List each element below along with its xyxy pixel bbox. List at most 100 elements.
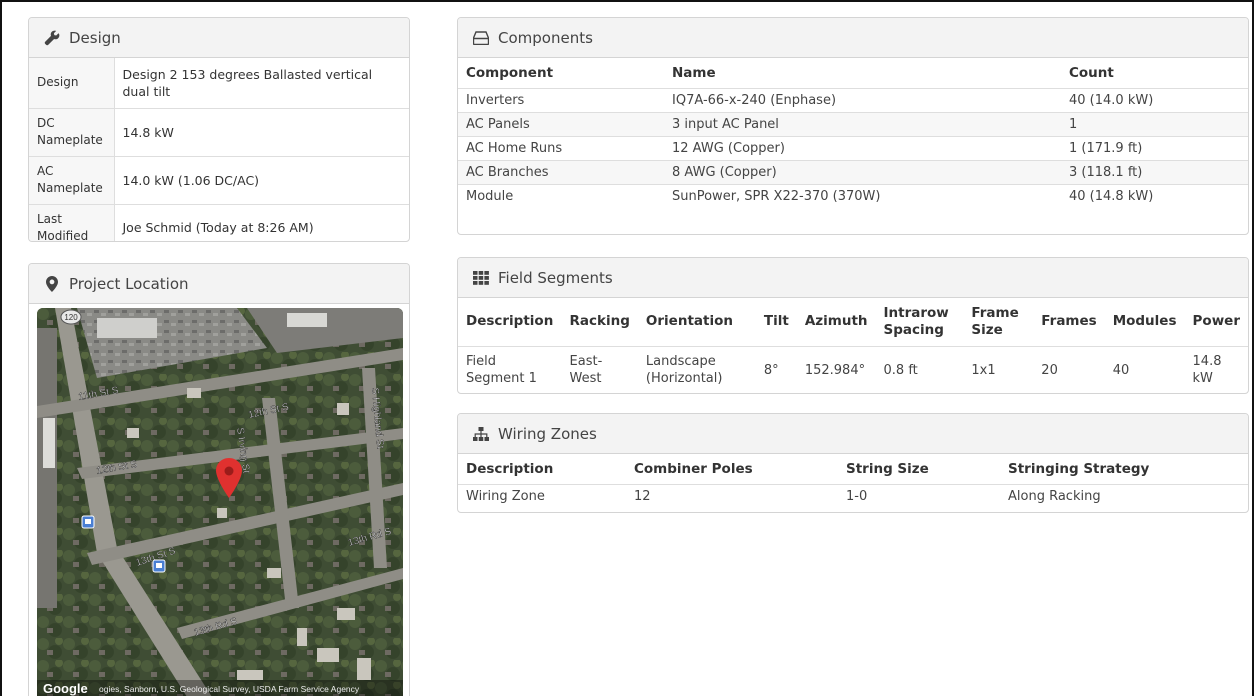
design-key: Design [29,58,115,108]
modules-cell: 40 [1104,345,1185,393]
component-cell: Module [458,183,664,208]
frame-size-cell: 1x1 [963,345,1034,393]
components-table: Component Name Count Inverters IQ7A-66-x… [458,58,1248,208]
sitemap-icon [472,425,490,443]
map-imagery: 11th St S 12th St S 12th St S S Irving S… [37,308,403,696]
frames-cell: 20 [1033,345,1105,393]
component-cell: AC Branches [458,159,664,184]
column-header: Component [466,64,554,81]
column-header: Frame Size [971,304,1019,338]
design-value: Design 2 153 degrees Ballasted vertical … [122,66,373,99]
satellite-map[interactable]: 11th St S 12th St S 12th St S S Irving S… [37,308,403,696]
wiring-zones-panel: Wiring Zones Description Combiner Poles … [457,413,1249,513]
components-panel-title: Components [498,28,593,47]
components-panel: Components Component Name Count Inverter… [457,17,1249,235]
table-row: AC Panels 3 input AC Panel 1 [458,111,1248,136]
name-cell: IQ7A-66-x-240 (Enphase) [664,87,1061,112]
string-size-cell: 1-0 [838,483,1000,508]
description-cell: Field Segment 1 [458,345,562,393]
design-table: Design Design 2 153 degrees Ballasted ve… [29,58,409,241]
table-row: AC Nameplate 14.0 kW (1.06 DC/AC) [29,155,409,204]
combiner-poles-cell: 12 [626,483,838,508]
table-row: AC Branches 8 AWG (Copper) 3 (118.1 ft) [458,159,1248,184]
last-modified-key: Last Modified [29,203,115,241]
segments-panel-title: Field Segments [498,268,613,287]
table-header-row: Component Name Count [458,58,1248,88]
name-cell: 3 input AC Panel [664,111,1061,136]
column-header: String Size [846,460,929,477]
wrench-icon [43,29,61,47]
component-cell: Inverters [458,87,664,112]
column-header: Tilt [763,313,789,330]
column-header: Name [672,64,716,81]
design-panel-title: Design [69,28,121,47]
location-panel-title: Project Location [69,274,189,293]
count-cell: 1 [1061,111,1248,136]
wiring-panel-header: Wiring Zones [458,414,1248,454]
name-cell: SunPower, SPR X22-370 (370W) [664,183,1061,208]
map-marker-icon [43,275,61,293]
ac-nameplate-key: AC Nameplate [29,155,115,204]
drive-icon [472,29,490,47]
grid-icon [472,269,490,287]
column-header: Combiner Poles [634,460,753,477]
map-attribution: ogies, Sanborn, U.S. Geological Survey, … [99,684,360,694]
segments-panel-header: Field Segments [458,258,1248,298]
dc-nameplate-key: DC Nameplate [29,107,115,156]
description-cell: Wiring Zone [458,483,626,508]
ac-nameplate-value: 14.0 kW (1.06 DC/AC) [114,155,409,204]
wiring-zones-table: Description Combiner Poles String Size S… [458,454,1248,508]
table-row: Last Modified Joe Schmid (Today at 8:26 … [29,203,409,241]
column-header: Power [1192,313,1240,330]
dc-nameplate-value: 14.8 kW [114,107,409,156]
column-header: Azimuth [804,313,868,330]
table-row: DC Nameplate 14.8 kW [29,107,409,156]
count-cell: 1 (171.9 ft) [1061,135,1248,160]
table-row: Wiring Zone 12 1-0 Along Racking [458,483,1248,508]
column-header: Modules [1112,313,1177,330]
column-header: Intrarow Spacing [883,304,949,338]
column-header: Orientation [645,313,733,330]
project-location-panel: Project Location 11th St S 12th St S 12t… [28,263,410,696]
bus-stop-icon[interactable] [152,559,166,573]
bus-stop-icon[interactable] [81,515,95,529]
column-header: Racking [569,313,630,330]
column-header: Count [1069,64,1114,81]
location-panel-header: Project Location [29,264,409,304]
table-row: Field Segment 1 East-West Landscape (Hor… [458,345,1248,393]
racking-cell: East-West [561,345,638,393]
last-modified-value: Joe Schmid (Today at 8:26 AM) [114,203,409,241]
intrarow-spacing-cell: 0.8 ft [875,345,964,393]
table-header-row: Description Racking Orientation Tilt Azi… [458,298,1248,346]
column-header: Description [466,313,554,330]
design-panel-header: Design [29,18,409,58]
name-cell: 12 AWG (Copper) [664,135,1061,160]
table-row: Inverters IQ7A-66-x-240 (Enphase) 40 (14… [458,87,1248,112]
stringing-strategy-cell: Along Racking [1000,483,1248,508]
component-cell: AC Home Runs [458,135,664,160]
table-header-row: Description Combiner Poles String Size S… [458,454,1248,484]
wiring-panel-title: Wiring Zones [498,424,597,443]
orientation-cell: Landscape (Horizontal) [637,345,756,393]
components-panel-header: Components [458,18,1248,58]
location-pin-icon[interactable] [216,458,242,498]
tilt-cell: 8° [755,345,797,393]
google-logo: Google [43,681,88,696]
route-badge: 120 [64,313,78,322]
table-row: Module SunPower, SPR X22-370 (370W) 40 (… [458,183,1248,208]
column-header: Frames [1041,313,1097,330]
azimuth-cell: 152.984° [796,345,876,393]
count-cell: 3 (118.1 ft) [1061,159,1248,184]
table-row: Design Design 2 153 degrees Ballasted ve… [29,58,409,108]
design-panel: Design Design Design 2 153 degrees Balla… [28,17,410,242]
table-row: AC Home Runs 12 AWG (Copper) 1 (171.9 ft… [458,135,1248,160]
field-segments-table: Description Racking Orientation Tilt Azi… [458,298,1248,393]
power-cell: 14.8 kW [1184,345,1248,393]
field-segments-panel: Field Segments Description Racking Orien… [457,257,1249,394]
column-header: Stringing Strategy [1008,460,1150,477]
count-cell: 40 (14.0 kW) [1061,87,1248,112]
count-cell: 40 (14.8 kW) [1061,183,1248,208]
component-cell: AC Panels [458,111,664,136]
column-header: Description [466,460,554,477]
name-cell: 8 AWG (Copper) [664,159,1061,184]
